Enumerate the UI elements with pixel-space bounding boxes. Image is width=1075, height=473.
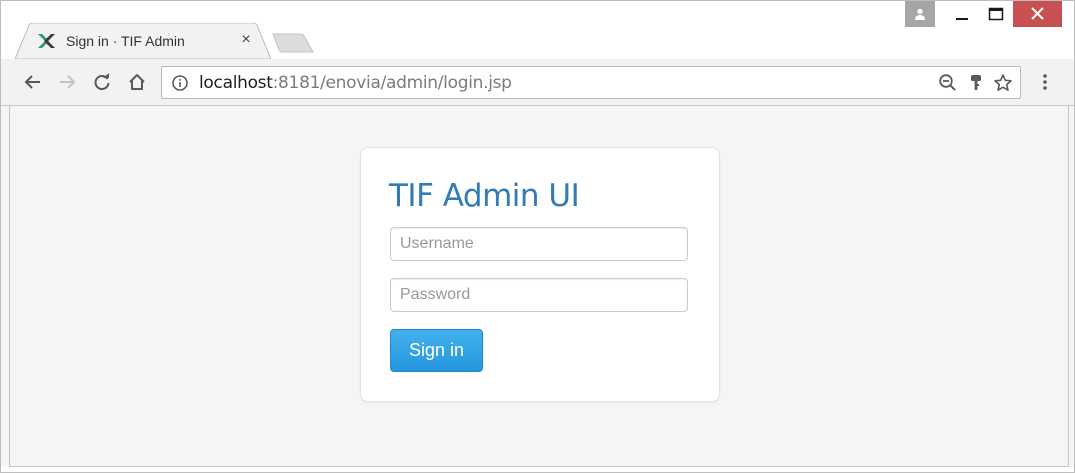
forward-button[interactable] — [55, 70, 79, 94]
forward-arrow-icon — [60, 75, 76, 89]
sign-in-button[interactable]: Sign in — [390, 329, 483, 372]
info-icon[interactable] — [170, 73, 190, 93]
browser-toolbar: localhost:8181/enovia/admin/login.jsp — [1, 59, 1074, 106]
zoom-out-icon[interactable] — [938, 73, 958, 93]
reload-icon — [94, 73, 110, 90]
new-tab-button[interactable] — [271, 33, 315, 53]
content-frame-right — [1068, 105, 1069, 467]
browser-menu-button[interactable] — [1033, 70, 1057, 94]
browser-window: Sign in · TIF Admin × localhost:8181/eno… — [0, 0, 1075, 473]
home-icon — [129, 74, 145, 90]
login-panel: TIF Admin UI Sign in — [360, 147, 720, 402]
home-button[interactable] — [125, 70, 149, 94]
address-bar[interactable]: localhost:8181/enovia/admin/login.jsp — [161, 66, 1021, 99]
profile-button[interactable] — [905, 1, 935, 27]
maximize-icon — [988, 7, 1004, 21]
url-path: :8181/enovia/admin/login.jsp — [272, 73, 512, 93]
tab-strip: Sign in · TIF Admin × — [1, 1, 1074, 60]
kebab-menu-icon — [1043, 74, 1047, 90]
content-frame-left — [9, 105, 10, 467]
tif-logo-icon — [37, 33, 57, 49]
username-field[interactable] — [390, 227, 688, 261]
key-icon[interactable] — [966, 73, 986, 93]
password-field[interactable] — [390, 278, 688, 312]
maximize-button[interactable] — [981, 1, 1011, 27]
url-host: localhost — [199, 73, 273, 93]
minimize-icon — [956, 18, 968, 20]
minimize-button[interactable] — [947, 1, 977, 27]
bookmark-star-icon[interactable] — [993, 73, 1013, 93]
back-arrow-icon — [24, 75, 40, 89]
window-close-button[interactable] — [1013, 1, 1062, 27]
page-title: TIF Admin UI — [389, 178, 580, 214]
url-text[interactable]: localhost:8181/enovia/admin/login.jsp — [199, 73, 512, 93]
tab-title: Sign in · TIF Admin — [66, 33, 185, 49]
back-button[interactable] — [21, 70, 45, 94]
page-content: TIF Admin UI Sign in — [1, 106, 1074, 467]
window-close-icon — [1031, 7, 1044, 20]
reload-button[interactable] — [90, 70, 114, 94]
browser-tab[interactable]: Sign in · TIF Admin × — [15, 23, 271, 60]
tab-close-icon[interactable]: × — [237, 31, 255, 49]
person-icon — [915, 8, 925, 20]
content-frame-bottom — [9, 466, 1069, 467]
